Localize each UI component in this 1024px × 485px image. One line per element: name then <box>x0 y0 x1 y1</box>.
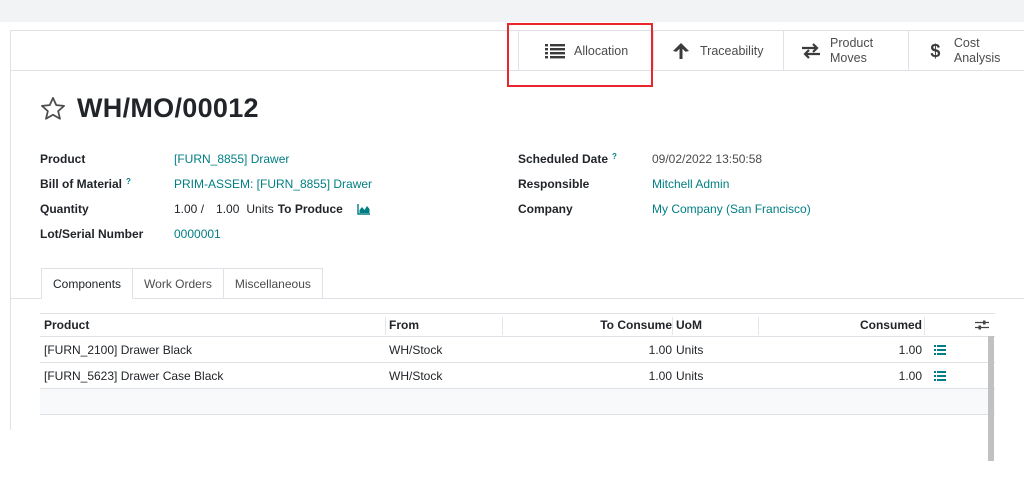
arrow-up-icon <box>670 42 692 60</box>
allocation-label: Allocation <box>574 43 629 58</box>
row-to-consume: 1.00 <box>648 368 672 383</box>
row-product: [FURN_5623] Drawer Case Black <box>44 368 224 383</box>
quantity-produced: 1.00 / <box>174 202 205 216</box>
allocation-button[interactable]: Allocation <box>518 31 653 71</box>
row-uom: Units <box>676 342 704 357</box>
row-from: WH/Stock <box>389 368 443 383</box>
bom-help-tooltip[interactable]: ? <box>126 177 131 186</box>
quantity-suffix: To Produce <box>277 202 343 216</box>
list-icon[interactable] <box>934 337 946 362</box>
col-header-consumed[interactable]: Consumed <box>760 314 922 336</box>
quantity-field-label: Quantity <box>40 202 89 216</box>
scheduled-help-tooltip[interactable]: ? <box>612 152 617 161</box>
row-product: [FURN_2100] Drawer Black <box>44 342 193 357</box>
col-header-to-consume[interactable]: To Consume <box>502 314 672 336</box>
exchange-arrows-icon <box>800 42 822 60</box>
product-moves-label-line1: Product <box>830 36 874 50</box>
col-header-from[interactable]: From <box>389 314 419 336</box>
smart-button-box: Allocation Traceability Product Moves $ … <box>518 31 1024 71</box>
product-field-value[interactable]: [FURN_8855] Drawer <box>174 151 289 167</box>
company-value[interactable]: My Company (San Francisco) <box>652 201 811 217</box>
quantity-uom: Units <box>246 202 274 216</box>
quantity-field-value[interactable]: 1.00 / 1.00 Units To Produce <box>174 201 371 217</box>
list-icon[interactable] <box>934 363 946 388</box>
quantity-target[interactable]: 1.00 <box>216 202 239 216</box>
notebook-tabs: Components Work Orders Miscellaneous <box>41 268 323 299</box>
tab-work-orders[interactable]: Work Orders <box>133 268 224 299</box>
table-header: Product From To Consume UoM Consumed <box>40 313 995 337</box>
list-icon <box>544 42 566 60</box>
area-chart-icon[interactable] <box>357 203 371 215</box>
record-title-row: WH/MO/00012 <box>39 93 259 124</box>
product-moves-label-line2: Moves <box>830 51 867 65</box>
vertical-scrollbar[interactable] <box>988 336 994 461</box>
row-to-consume: 1.00 <box>648 342 672 357</box>
responsible-label: Responsible <box>518 177 590 191</box>
table-row[interactable]: [FURN_5623] Drawer Case Black WH/Stock 1… <box>40 363 995 389</box>
table-row[interactable]: [FURN_2100] Drawer Black WH/Stock 1.00 U… <box>40 337 995 363</box>
bom-field-label: Bill of Material ? <box>40 176 131 192</box>
table-row-empty <box>40 389 995 415</box>
components-table: Product From To Consume UoM Consumed [FU… <box>40 313 995 415</box>
row-from: WH/Stock <box>389 342 443 357</box>
tab-miscellaneous[interactable]: Miscellaneous <box>223 268 323 299</box>
tab-components[interactable]: Components <box>41 268 134 299</box>
sliders-icon[interactable] <box>975 314 989 336</box>
bom-field-value[interactable]: PRIM-ASSEM: [FURN_8855] Drawer <box>174 176 372 192</box>
row-consumed: 1.00 <box>898 342 922 357</box>
responsible-value[interactable]: Mitchell Admin <box>652 176 729 192</box>
col-header-product[interactable]: Product <box>44 314 89 336</box>
top-band <box>0 0 1024 22</box>
lot-field-label: Lot/Serial Number <box>40 227 144 241</box>
form-sheet: Allocation Traceability Product Moves $ … <box>10 30 1024 461</box>
scheduled-date-value[interactable]: 09/02/2022 13:50:58 <box>652 151 762 167</box>
traceability-button[interactable]: Traceability <box>653 31 783 71</box>
star-outline-icon[interactable] <box>39 95 67 123</box>
row-uom: Units <box>676 368 704 383</box>
scheduled-date-label: Scheduled Date ? <box>518 151 617 167</box>
cost-analysis-label: Cost Analysis <box>953 36 1001 65</box>
product-field-label: Product <box>40 152 86 166</box>
product-moves-button[interactable]: Product Moves <box>783 31 908 71</box>
row-consumed: 1.00 <box>898 368 922 383</box>
traceability-label: Traceability <box>700 43 764 58</box>
company-label: Company <box>518 202 573 216</box>
page-title: WH/MO/00012 <box>77 93 259 123</box>
dollar-icon: $ <box>930 40 941 61</box>
cost-analysis-button[interactable]: $ Cost Analysis <box>908 31 1024 71</box>
lot-field-value[interactable]: 0000001 <box>174 226 221 242</box>
col-header-uom[interactable]: UoM <box>676 314 702 336</box>
